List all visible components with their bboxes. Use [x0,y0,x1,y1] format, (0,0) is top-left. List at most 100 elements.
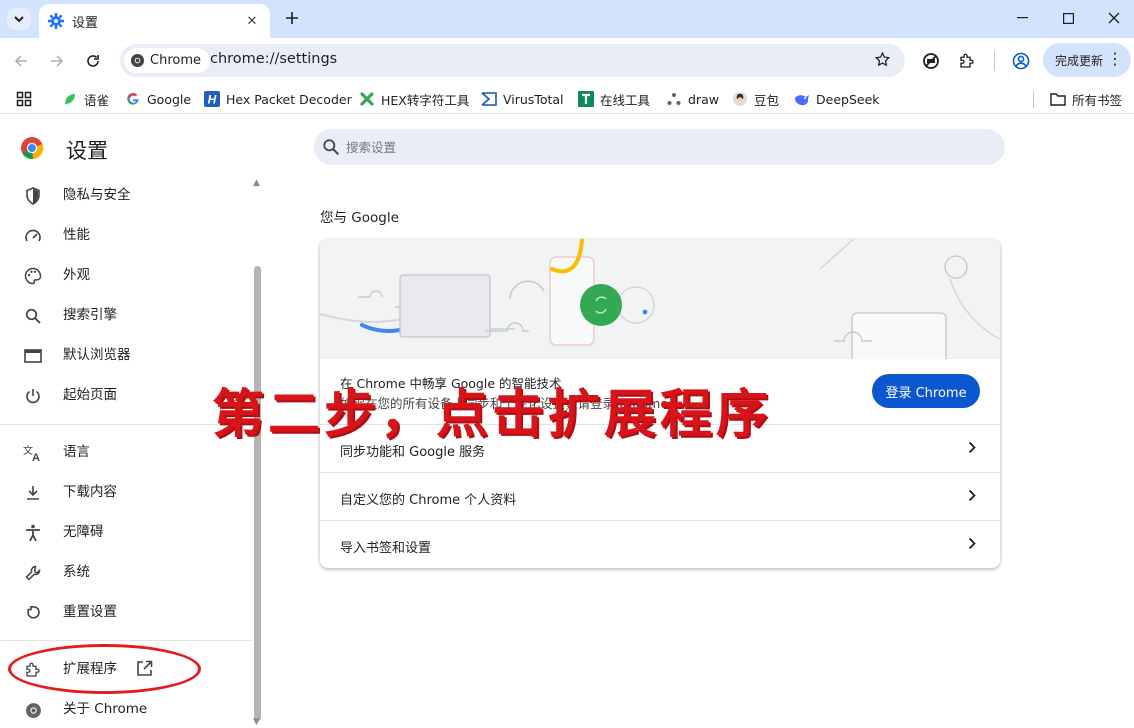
sidebar-item-label: 重置设置 [63,604,117,620]
row-label: 导入书签和设置 [340,541,432,556]
google-icon [125,91,141,107]
search-icon [322,138,340,156]
site-info-chip[interactable]: Chrome [124,48,210,73]
highlight-ellipse [8,644,201,694]
sidebar-item-label: 性能 [63,227,90,243]
bookmark-hex-packet-decoder[interactable]: H Hex Packet Decoder [204,90,352,108]
toolbar-divider [994,51,995,71]
scroll-up-arrow[interactable]: ▲ [253,178,260,188]
sign-in-button[interactable]: 登录 Chrome [872,374,980,408]
sidebar-item-on-startup[interactable]: 起始页面 [0,376,240,414]
sidebar-item-reset[interactable]: 重置设置 [0,593,240,631]
chrome-icon [23,700,43,720]
search-settings[interactable] [314,129,1005,165]
chevron-right-icon [968,441,976,454]
sidebar-item-label: 起始页面 [63,387,117,403]
sidebar-item-label: 搜索引擎 [63,307,117,323]
chrome-logo-icon [20,136,44,160]
sidebar-item-appearance[interactable]: 外观 [0,256,240,294]
sidebar-item-search-engine[interactable]: 搜索引擎 [0,296,240,334]
bookmark-virustotal[interactable]: VirusTotal [481,90,564,108]
sidebar-item-default-browser[interactable]: 默认浏览器 [0,336,240,374]
update-label: 完成更新 [1055,53,1104,68]
sidebar-divider [0,640,252,641]
bookmark-label: 在线工具 [600,92,651,108]
bookmark-label: 豆包 [754,92,780,108]
bookmark-star-button[interactable] [874,51,891,68]
plus-icon [286,12,298,24]
update-button[interactable]: 完成更新 ⋮ [1043,43,1131,77]
tab-strip: 设置 ✕ [0,0,1134,38]
sidebar-item-label: 无障碍 [63,524,104,540]
row-label: 自定义您的 Chrome 个人资料 [340,493,517,508]
sidebar-item-label: 隐私与安全 [63,187,131,203]
chevron-right-icon [968,537,976,550]
download-icon [23,483,43,503]
sidebar-scrollbar[interactable] [254,266,261,721]
url-text[interactable]: chrome://settings [210,51,337,67]
forward-button[interactable] [46,50,68,72]
bookmark-deepseek[interactable]: DeepSeek [794,90,880,108]
all-bookmarks-folder[interactable]: 所有书签 [1050,90,1122,108]
tab-search-button[interactable] [7,8,31,30]
apps-button[interactable] [16,90,32,108]
section-title: 您与 Google [320,210,399,226]
chrome-icon [130,53,145,68]
accessibility-icon [23,523,43,543]
customize-profile-row[interactable]: 自定义您的 Chrome 个人资料 [320,472,1000,520]
deepseek-icon [794,91,810,107]
all-bookmarks-label: 所有书签 [1072,92,1123,108]
sidebar-item-label: 系统 [63,564,90,580]
bookmark-online-tools[interactable]: 在线工具 [578,90,650,108]
extensions-button[interactable] [956,50,978,72]
search-input[interactable] [346,137,946,157]
site-chip-label: Chrome [150,53,201,68]
chevron-right-icon [968,489,976,502]
sidebar-item-label: 下载内容 [63,484,117,500]
sidebar-item-system[interactable]: 系统 [0,553,240,591]
apps-grid-icon [16,91,32,107]
sidebar-item-about-chrome[interactable]: 关于 Chrome [0,690,240,728]
bookmark-doubao[interactable]: 豆包 [732,90,779,108]
browser-window-icon [23,346,43,366]
close-window-button[interactable] [1090,0,1134,36]
arrow-right-icon [51,55,64,67]
bookmark-yuque[interactable]: 语雀 [62,90,109,108]
sidebar-item-privacy[interactable]: 隐私与安全 [0,176,240,214]
tab-settings[interactable]: 设置 ✕ [39,4,270,38]
block-icon [923,53,939,69]
search-icon [23,306,43,326]
virustotal-icon [481,91,497,107]
wrench-icon [23,563,43,583]
palette-icon [23,266,43,286]
back-button[interactable] [10,50,32,72]
bookmark-hex-tool[interactable]: HEX转字符工具 [359,90,469,108]
profile-button[interactable] [1010,50,1032,72]
scroll-down-arrow[interactable]: ▼ [253,717,260,727]
bookmark-label: Hex Packet Decoder [226,91,352,107]
power-icon [23,386,43,406]
chevron-down-icon [14,15,24,22]
minimize-icon [1016,17,1028,19]
sidebar-item-accessibility[interactable]: 无障碍 [0,513,240,551]
reload-button[interactable] [82,50,104,72]
bookmark-label: Google [147,91,192,107]
more-menu-icon[interactable]: ⋮ [1107,49,1123,69]
address-bar[interactable]: Chrome chrome://settings [120,44,905,77]
bookmark-draw[interactable]: draw [666,90,719,108]
bookmark-google[interactable]: Google [125,90,191,108]
doubao-icon [732,91,748,107]
minimize-button[interactable] [998,0,1046,36]
bookmarks-divider [1033,91,1034,108]
close-tab-icon[interactable]: ✕ [243,12,261,30]
maximize-button[interactable] [1044,0,1092,36]
extension-blocker-button[interactable] [920,50,942,72]
bookmark-label: draw [688,91,719,107]
toolbar: Chrome chrome://settings 完成更新 ⋮ [0,38,1134,84]
reset-icon [23,603,43,623]
sidebar-item-performance[interactable]: 性能 [0,216,240,254]
new-tab-button[interactable] [281,7,303,29]
sidebar-item-downloads[interactable]: 下载内容 [0,473,240,511]
import-bookmarks-row[interactable]: 导入书签和设置 [320,520,1000,568]
sidebar-item-languages[interactable]: 文A 语言 [0,433,240,471]
